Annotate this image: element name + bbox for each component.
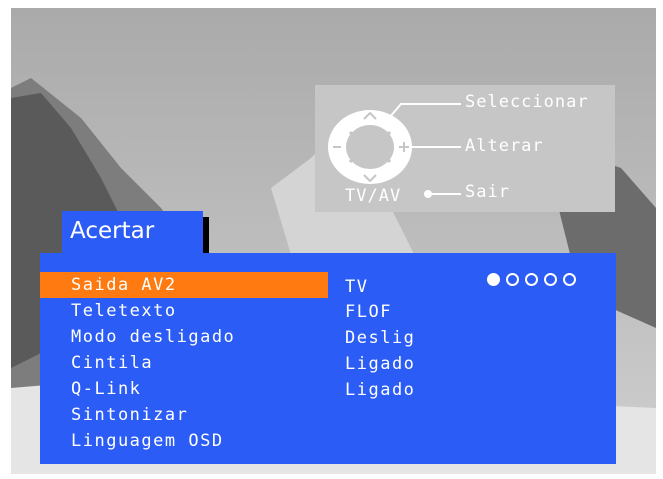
- menu-item-label: Linguagem OSD: [71, 431, 224, 451]
- menu-item-label: Saida AV2: [71, 275, 177, 295]
- menu-item-saida-av2[interactable]: Saida AV2: [40, 272, 328, 298]
- menu-title-box: Acertar: [62, 211, 203, 254]
- exit-label: Sair: [465, 182, 510, 202]
- page-dot-icon: [525, 273, 538, 286]
- value-q-link: Ligado: [345, 380, 416, 400]
- control-guide: Seleccionar Alterar Sair TV/AV: [315, 85, 615, 212]
- menu-item-cintila[interactable]: Cintila: [40, 350, 328, 376]
- select-label: Seleccionar: [465, 92, 589, 112]
- tv-screen: Seleccionar Alterar Sair TV/AV Acertar S…: [0, 0, 663, 479]
- menu-title: Acertar: [70, 218, 155, 244]
- page-dot-icon: [544, 273, 557, 286]
- menu-item-label: Sintonizar: [71, 405, 189, 425]
- tvav-label: TV/AV: [345, 186, 402, 206]
- menu-item-label: Modo desligado: [71, 327, 236, 347]
- menu-item-sintonizar[interactable]: Sintonizar: [40, 402, 328, 428]
- menu-item-label: Teletexto: [71, 301, 177, 321]
- page-dot-icon: [487, 273, 500, 286]
- menu-item-label: Q-Link: [71, 379, 142, 399]
- change-label: Alterar: [465, 136, 544, 156]
- value-teletexto: FLOF: [345, 302, 392, 322]
- settings-panel: Saida AV2 Teletexto Modo desligado Cinti…: [40, 253, 616, 464]
- menu-item-teletexto[interactable]: Teletexto: [40, 298, 328, 324]
- menu-item-linguagem-osd[interactable]: Linguagem OSD: [40, 428, 328, 454]
- page-dot-icon: [506, 273, 519, 286]
- menu-item-q-link[interactable]: Q-Link: [40, 376, 328, 402]
- page-dot-icon: [563, 273, 576, 286]
- menu-item-label: Cintila: [71, 353, 154, 373]
- value-modo-desligado: Deslig: [345, 328, 416, 348]
- menu-item-modo-desligado[interactable]: Modo desligado: [40, 324, 328, 350]
- page-indicator: [487, 269, 582, 288]
- value-saida-av2: TV: [345, 277, 369, 297]
- value-cintila: Ligado: [345, 354, 416, 374]
